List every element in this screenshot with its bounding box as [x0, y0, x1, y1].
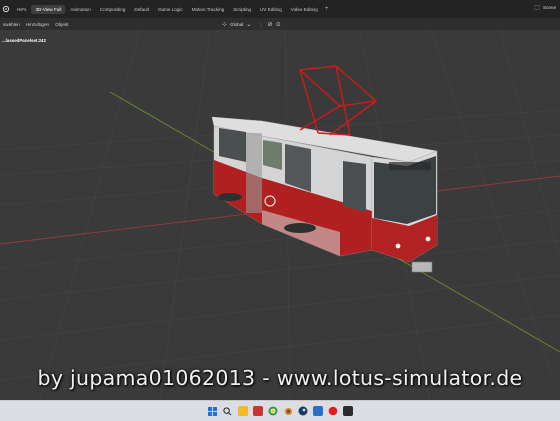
photos-icon[interactable]: [252, 406, 263, 416]
menu-select[interactable]: swählen: [0, 22, 23, 27]
workspace-bar: HiFs 3D-View Full Animation Compositing …: [0, 0, 560, 18]
workspace-tab[interactable]: Game Logic: [154, 5, 187, 14]
scene-label: Scene: [542, 5, 556, 10]
workspace-tab[interactable]: Motion Tracking: [188, 5, 228, 14]
viewport-scene: [0, 30, 560, 400]
workspace-tab-active[interactable]: 3D-View Full: [31, 4, 66, 14]
blender-icon[interactable]: [283, 406, 293, 416]
blender-menu-icon[interactable]: [2, 5, 10, 13]
workspace-tab[interactable]: Video Editing: [287, 5, 322, 14]
steam-icon[interactable]: [298, 406, 308, 416]
chrome-icon[interactable]: [268, 406, 278, 416]
taskbar: [0, 400, 560, 421]
workspace-tab[interactable]: Scripting: [229, 5, 255, 14]
tram-model: [211, 116, 438, 273]
search-icon[interactable]: [223, 406, 233, 416]
add-workspace-button[interactable]: +: [323, 5, 331, 13]
workspace-tab[interactable]: Animation: [66, 5, 94, 14]
snap-icon[interactable]: ⊘: [268, 21, 273, 28]
menu-add[interactable]: Hinzufügen: [23, 22, 52, 27]
recording-icon[interactable]: [328, 406, 338, 416]
chevron-down-icon: ⌄: [246, 21, 252, 28]
viewport-header: swählen Hinzufügen Objekt ⊹ Global ⌄ | ⊘…: [0, 18, 560, 30]
windows-start-icon[interactable]: [208, 406, 218, 416]
watermark-text: by jupama01062013 - www.lotus-simulator.…: [37, 366, 523, 390]
orientation-icon: ⊹: [222, 21, 228, 28]
scene-icon: ⬚: [534, 5, 540, 11]
active-object-name: ...lassedPanelset.242: [2, 38, 46, 43]
transform-orientation[interactable]: ⊹ Global ⌄ | ⊘ ⊙: [222, 18, 284, 30]
menu-object[interactable]: Objekt: [52, 22, 71, 27]
pantograph: [298, 65, 378, 136]
proportional-edit-icon[interactable]: ⊙: [276, 21, 281, 28]
workspace-tab[interactable]: Compositing: [96, 5, 130, 14]
orientation-label: Global: [230, 21, 244, 27]
workspace-tab[interactable]: UV Editing: [256, 5, 286, 14]
3d-viewport[interactable]: ...lassedPanelset.242: [0, 30, 560, 400]
workspace-tab[interactable]: Default: [130, 5, 153, 14]
workspace-tab[interactable]: HiFs: [13, 5, 30, 14]
terminal-icon[interactable]: [342, 406, 353, 416]
separator: |: [260, 21, 262, 27]
folder-icon[interactable]: [312, 406, 323, 416]
scene-selector[interactable]: ⬚ Scene: [534, 4, 556, 11]
file-explorer-icon[interactable]: [237, 406, 248, 416]
